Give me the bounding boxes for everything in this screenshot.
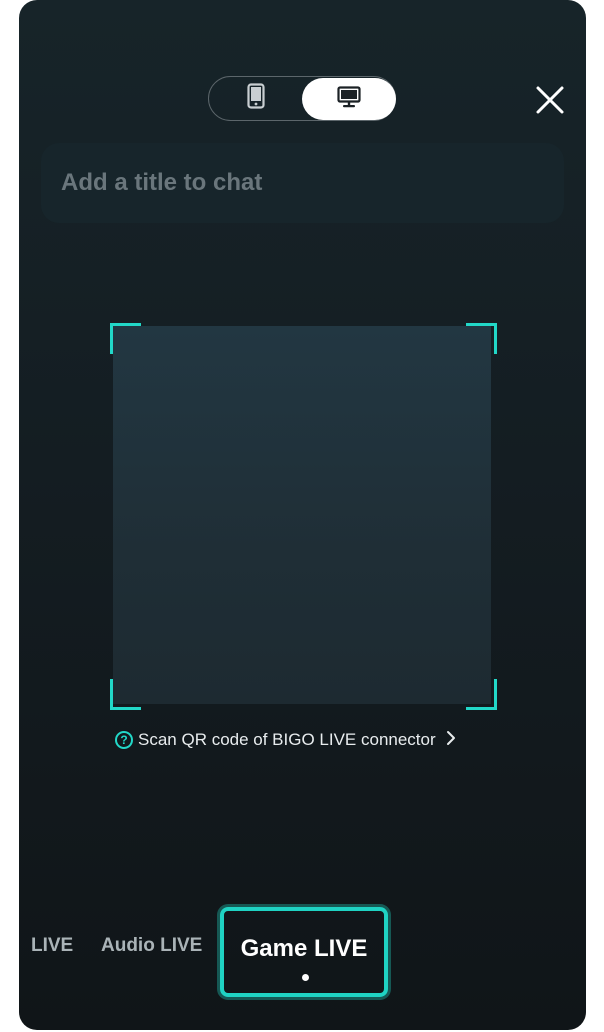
scan-connector-link[interactable]: ? Scan QR code of BIGO LIVE connector [115,728,456,752]
active-mode-indicator [302,974,309,981]
toggle-option-desktop[interactable] [302,78,396,120]
title-input[interactable]: Add a title to chat [41,143,564,223]
mode-tab-game-live[interactable]: Game LIVE [220,907,388,997]
title-input-placeholder: Add a title to chat [61,169,263,196]
qr-scanner-viewfinder [113,326,491,704]
toggle-option-phone[interactable] [209,77,303,119]
phone-icon [247,82,265,114]
question-circle-icon: ? [115,731,133,749]
chevron-right-icon [446,730,456,751]
mode-tab-live[interactable]: LIVE [31,935,73,957]
viewfinder-corner-bottom-right [466,679,497,710]
desktop-monitor-icon [337,85,361,113]
live-mode-selector: LIVE Audio LIVE Game LIVE [19,905,586,997]
mode-tab-game-live-label: Game LIVE [240,935,368,962]
viewfinder-corner-top-left [110,323,141,354]
close-button[interactable] [533,83,567,117]
mode-tab-audio-live[interactable]: Audio LIVE [101,935,202,957]
viewfinder-corner-top-right [466,323,497,354]
game-live-screen: Add a title to chat ? Scan QR code of BI… [19,0,586,1030]
scan-hint-text: Scan QR code of BIGO LIVE connector [138,730,436,749]
device-toggle[interactable] [208,76,396,121]
viewfinder-corner-bottom-left [110,679,141,710]
close-icon [533,86,567,121]
